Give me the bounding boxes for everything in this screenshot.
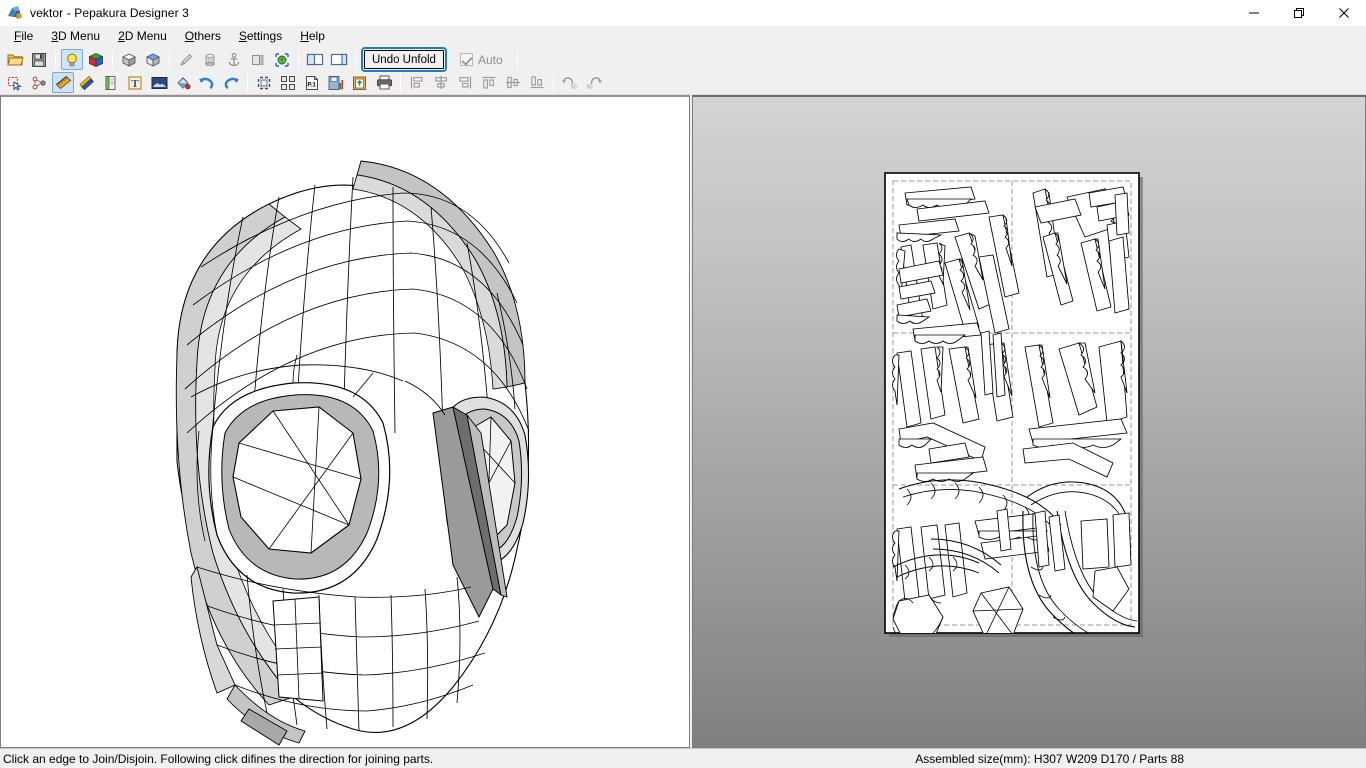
align-top-icon — [478, 72, 500, 93]
pencil-icon — [175, 49, 197, 70]
rotate-ccw-90-icon: 90 — [559, 72, 581, 93]
2d-unfold-view[interactable] — [692, 95, 1366, 748]
status-bar: Click an edge to Join/Disjoin. Following… — [0, 748, 1366, 768]
window-controls — [1231, 0, 1366, 26]
menu-bar: File 3D Menu 2D Menu Others Settings Hel… — [0, 26, 1366, 47]
redo-icon[interactable] — [220, 72, 242, 93]
status-hint: Click an edge to Join/Disjoin. Following… — [3, 751, 434, 766]
menu-file-label: ile — [21, 29, 34, 43]
align-center-v-icon — [502, 72, 524, 93]
marquee-select-icon[interactable] — [253, 72, 275, 93]
textured-cube-icon[interactable] — [142, 49, 164, 70]
cylinder-icon — [199, 49, 221, 70]
assembled-size-info: Assembled size(mm): H307 W209 D170 / Par… — [915, 751, 1184, 766]
main-area — [0, 95, 1366, 748]
edit-flaps-icon[interactable] — [100, 72, 122, 93]
image-texture-icon[interactable] — [148, 72, 170, 93]
svg-text:90: 90 — [571, 85, 577, 90]
pepakura-app-icon — [7, 5, 23, 21]
toolbar-row-1: Undo Unfold Auto — [0, 47, 1366, 72]
menu-2d[interactable]: 2D Menu — [109, 27, 176, 46]
auto-checkbox-box[interactable] — [459, 53, 473, 66]
menu-settings[interactable]: Settings — [230, 27, 291, 46]
layout-vertical-icon[interactable] — [304, 49, 326, 70]
menu-others[interactable]: Others — [176, 27, 230, 46]
lightbulb-icon[interactable] — [61, 49, 83, 70]
align-left-icon — [406, 72, 428, 93]
toolbar-separator — [553, 73, 554, 92]
save-floppy-icon[interactable] — [28, 49, 50, 70]
menu-help[interactable]: Help — [291, 27, 334, 46]
svg-text:90: 90 — [587, 85, 593, 90]
rotate-cw-90-icon: 90 — [583, 72, 605, 93]
toolbar-separator — [112, 50, 113, 69]
arrange-parts-icon[interactable] — [277, 72, 299, 93]
auto-checkbox[interactable]: Auto — [459, 52, 503, 67]
undo-unfold-button[interactable]: Undo Unfold — [361, 47, 447, 72]
toolbar-separator — [400, 73, 401, 92]
menu-file[interactable]: File — [5, 27, 42, 46]
layout-horizontal-icon[interactable] — [328, 49, 350, 70]
open-folder-icon[interactable] — [4, 49, 26, 70]
auto-checkbox-label: Auto — [477, 52, 503, 67]
menu-3d[interactable]: 3D Menu — [42, 27, 109, 46]
gray-cube-icon[interactable] — [118, 49, 140, 70]
window-title: vektor - Pepakura Designer 3 — [30, 5, 189, 20]
toolbar-separator — [516, 50, 518, 69]
select-arrow-icon[interactable] — [4, 72, 26, 93]
green-globe-icon[interactable] — [271, 49, 293, 70]
svg-text:T: T — [131, 78, 139, 90]
edge-ruler-icon[interactable] — [52, 72, 74, 93]
close-icon[interactable] — [1321, 0, 1366, 26]
paint-bucket-icon[interactable] — [172, 72, 194, 93]
3d-mask-model — [175, 160, 530, 746]
minimize-icon[interactable] — [1231, 0, 1276, 26]
align-right-icon — [454, 72, 476, 93]
toolbar-separator — [355, 50, 356, 69]
toolbar-separator — [298, 50, 299, 69]
save-chart-icon[interactable] — [325, 72, 347, 93]
toolbar-row-2: T P.1 90 90 — [0, 71, 1366, 94]
2d-unfold-sheet — [884, 172, 1143, 637]
toolbars: Undo Unfold Auto T P.1 90 90 — [0, 47, 1366, 95]
anchor-icon — [223, 49, 245, 70]
undo-icon[interactable] — [196, 72, 218, 93]
toolbar-separator — [169, 50, 170, 69]
print-icon[interactable] — [373, 72, 395, 93]
title-bar: vektor - Pepakura Designer 3 — [0, 0, 1366, 26]
text-tool-icon[interactable]: T — [124, 72, 146, 93]
restore-icon[interactable] — [1276, 0, 1321, 26]
join-disjoin-icon[interactable] — [28, 72, 50, 93]
svg-text:P.1: P.1 — [307, 81, 316, 88]
toolbar-separator — [247, 73, 248, 92]
3d-model-view[interactable] — [0, 95, 690, 748]
colored-pencils-icon[interactable] — [76, 72, 98, 93]
pepakura-window: vektor - Pepakura Designer 3 File 3D Men… — [0, 0, 1366, 768]
page-number-icon[interactable]: P.1 — [301, 72, 323, 93]
clipboard-copy-icon[interactable] — [349, 72, 371, 93]
align-center-h-icon — [430, 72, 452, 93]
align-bottom-icon — [526, 72, 548, 93]
rgb-cube-icon[interactable] — [85, 49, 107, 70]
panel-split-icon — [247, 49, 269, 70]
toolbar-separator — [55, 50, 56, 69]
